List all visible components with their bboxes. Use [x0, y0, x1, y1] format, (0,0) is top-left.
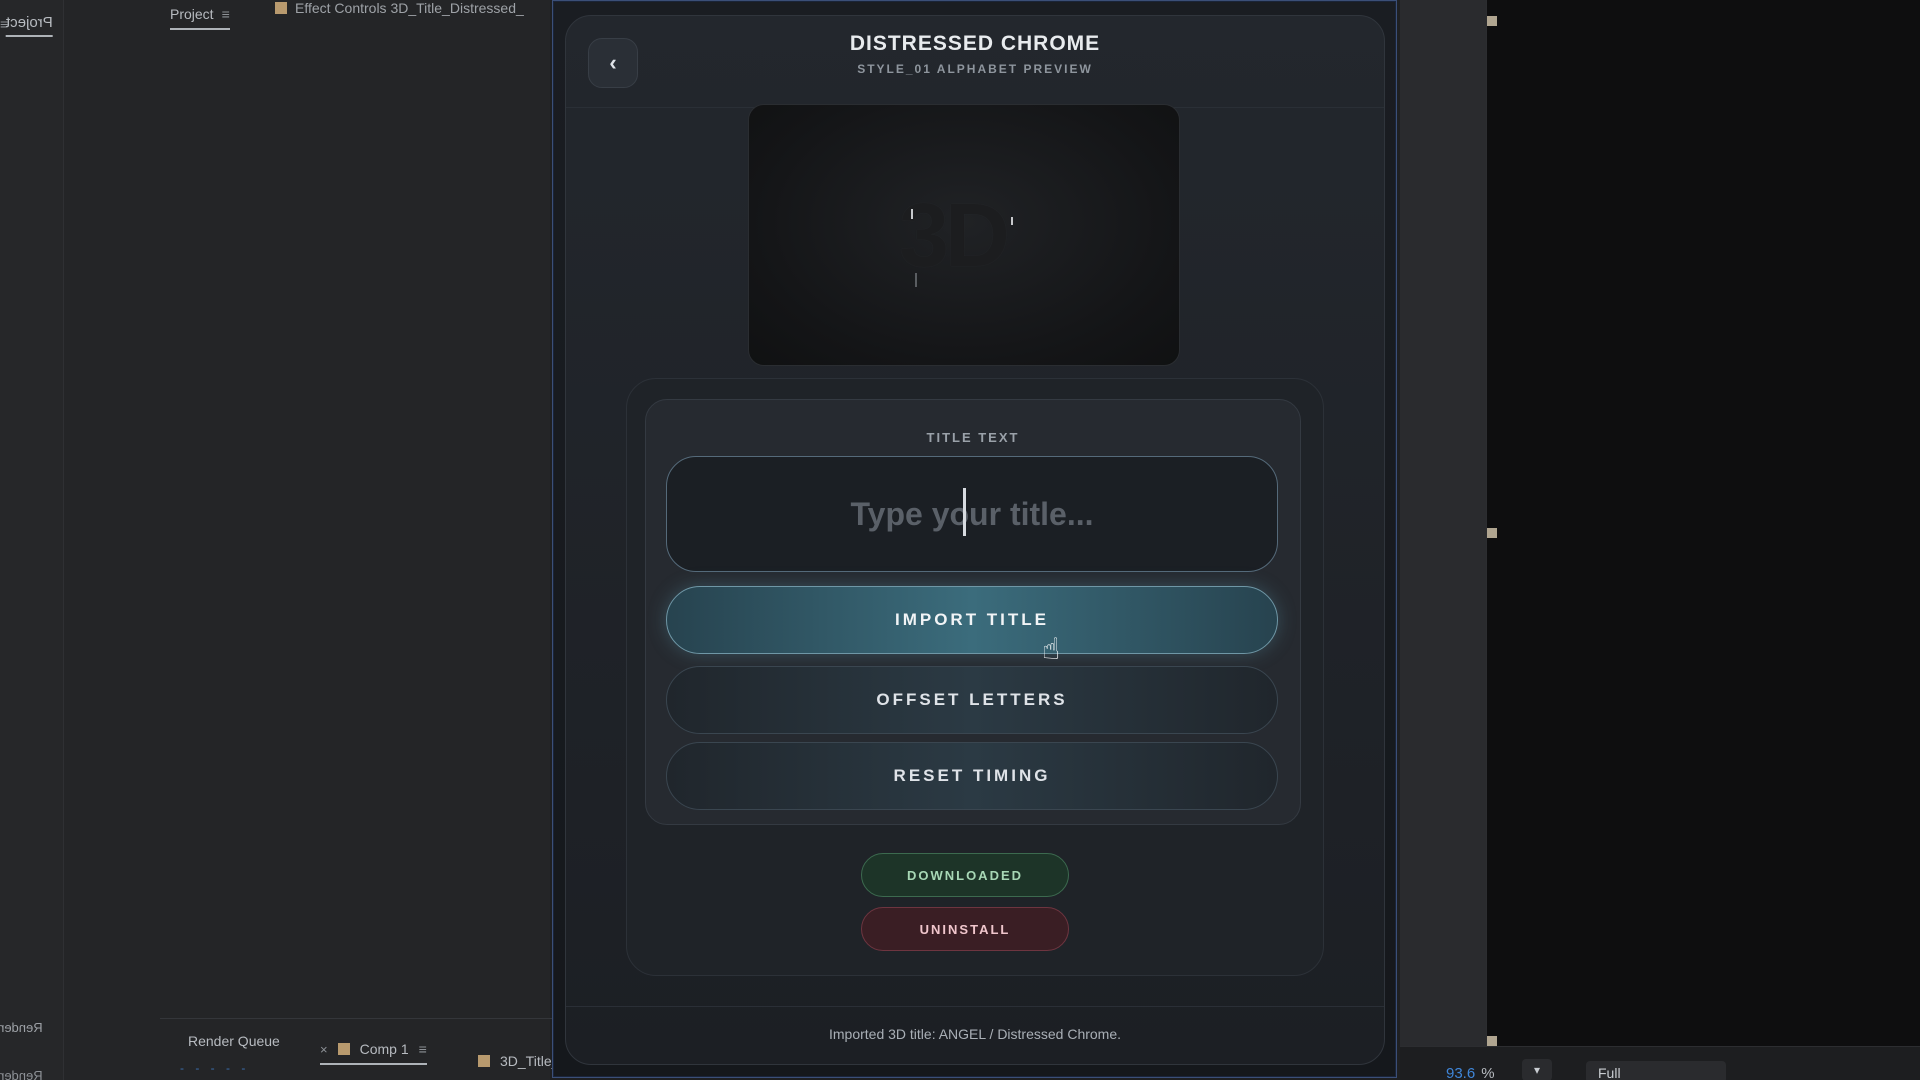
comp-menu-icon[interactable]: ≡ — [419, 1041, 427, 1057]
render-queue-progress-dots: - - - - - — [180, 1061, 250, 1075]
downloaded-button[interactable]: DOWNLOADED — [861, 853, 1069, 897]
tab-project-label: Project — [170, 6, 214, 22]
host-left-panel — [64, 0, 550, 1080]
tab-render-queue-label: Render Queue — [188, 1033, 280, 1049]
footer-divider — [566, 1006, 1384, 1007]
render-tab-mirrored[interactable]: Render — [0, 1020, 43, 1035]
zoom-unit: % — [1481, 1065, 1495, 1080]
host-right-gutter — [1400, 0, 1486, 1080]
resolution-select[interactable]: Full — [1586, 1061, 1726, 1080]
hand-pointer-cursor-icon: ☝ — [1042, 633, 1061, 666]
tab-project[interactable]: Project ≡ — [170, 6, 230, 30]
text-caret — [963, 488, 966, 536]
viewer-footer-bar: 93.6% ▾ Full — [1400, 1046, 1920, 1080]
page-subtitle: STYLE_01 ALPHABET PREVIEW — [857, 62, 1093, 76]
layer-handle-top[interactable] — [1487, 16, 1497, 26]
host-far-left-panel: ≡ Project Render Render — [0, 0, 64, 1080]
title-comp-swatch-icon — [478, 1055, 490, 1067]
comp-swatch-icon — [337, 1043, 350, 1055]
plugin-panel: ‹ DISTRESSED CHROME STYLE_01 ALPHABET PR… — [552, 0, 1397, 1078]
tab-effect-controls[interactable]: Effect Controls 3D_Title_Distressed_ — [275, 0, 524, 16]
offset-letters-button[interactable]: OFFSET LETTERS — [666, 666, 1278, 734]
plugin-header: ‹ DISTRESSED CHROME STYLE_01 ALPHABET PR… — [566, 16, 1384, 108]
tab-effect-controls-label: Effect Controls 3D_Title_Distressed_ — [295, 0, 524, 16]
tab-comp-1[interactable]: × Comp 1 ≡ — [320, 1041, 427, 1065]
effect-controls-swatch-icon — [275, 2, 287, 14]
close-icon[interactable]: × — [320, 1042, 328, 1057]
preview-speck — [915, 273, 917, 287]
layer-handle-bottom[interactable] — [1487, 1036, 1497, 1046]
preview-speck — [1011, 217, 1013, 225]
downloaded-label: DOWNLOADED — [906, 867, 1024, 883]
title-text-label: TITLE TEXT — [926, 430, 1020, 445]
uninstall-label: UNINSTALL — [919, 921, 1011, 937]
preview-speck — [911, 209, 913, 219]
zoom-readout[interactable]: 93.6% — [1446, 1065, 1495, 1080]
plugin-card: ‹ DISTRESSED CHROME STYLE_01 ALPHABET PR… — [565, 15, 1385, 1065]
import-title-button[interactable]: IMPORT TITLE — [666, 586, 1278, 654]
zoom-dropdown-chevron-icon[interactable]: ▾ — [1522, 1059, 1552, 1080]
app-root: ≡ Project Render Render Project ≡ Effect… — [0, 0, 1920, 1080]
page-title: DISTRESSED CHROME — [849, 32, 1101, 55]
composition-viewer[interactable] — [1486, 0, 1920, 1060]
tab-render-queue[interactable]: Render Queue — [188, 1033, 280, 1049]
tab-comp-1-label: Comp 1 — [359, 1041, 409, 1057]
reset-timing-button[interactable]: RESET TIMING — [666, 742, 1278, 810]
host-top-tab-bar: Project ≡ Effect Controls 3D_Title_Distr… — [100, 0, 550, 38]
title-controls-card: TITLE TEXT IMPORT TITLE ☝ OFFSET LETTERS… — [645, 399, 1301, 825]
offset-letters-label: OFFSET LETTERS — [876, 690, 1068, 709]
reset-timing-label: RESET TIMING — [893, 766, 1051, 785]
uninstall-button[interactable]: UNINSTALL — [861, 907, 1069, 951]
layer-handle-middle[interactable] — [1487, 528, 1497, 538]
status-message: Imported 3D title: ANGEL / Distressed Ch… — [828, 1026, 1122, 1042]
zoom-value: 93.6 — [1446, 1065, 1476, 1080]
title-text-input[interactable] — [666, 456, 1278, 572]
render-tab-mirrored-2[interactable]: Render — [0, 1068, 43, 1080]
hamburger-icon[interactable]: ≡ — [222, 6, 230, 22]
style-preview-image: 3D — [748, 104, 1180, 366]
project-tab-mirrored[interactable]: Project — [6, 14, 53, 37]
import-title-label: IMPORT TITLE — [894, 610, 1050, 629]
controls-container: TITLE TEXT IMPORT TITLE ☝ OFFSET LETTERS… — [626, 378, 1324, 976]
